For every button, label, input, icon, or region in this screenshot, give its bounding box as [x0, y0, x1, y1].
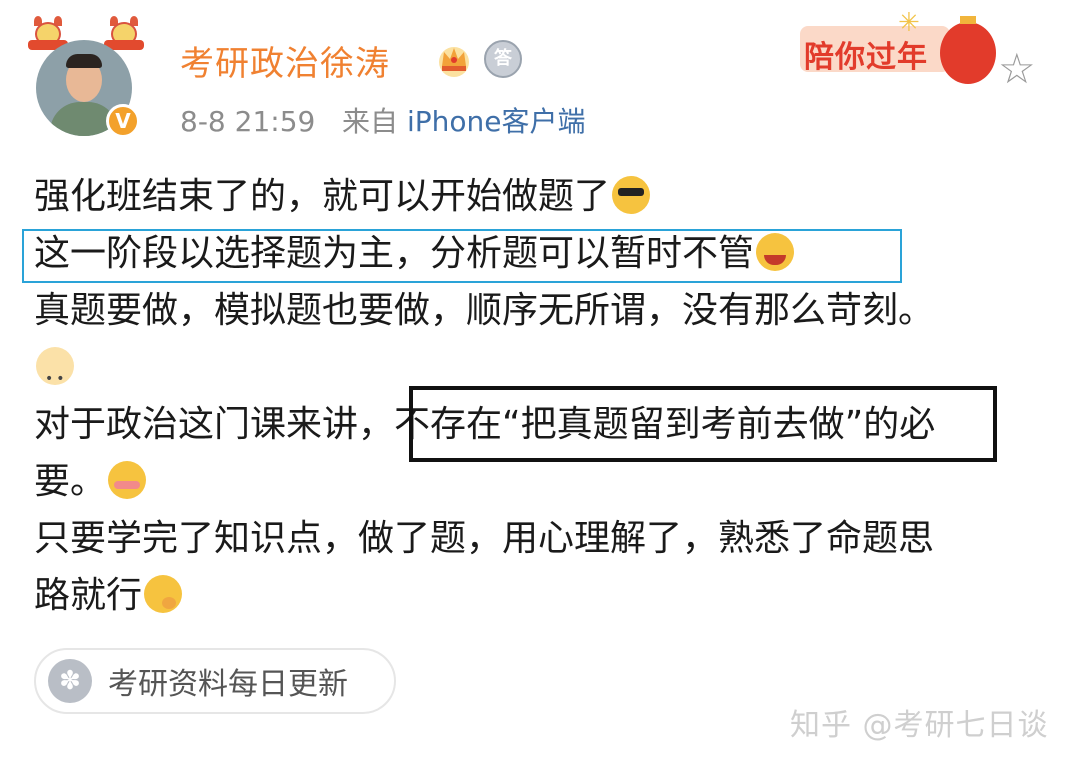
post-line: 只要学完了知识点，做了题，用心理解了，熟悉了命题思	[34, 518, 935, 559]
topic-icon	[48, 659, 92, 703]
new-year-decoration: 陪你过年 ✳	[800, 8, 1000, 84]
cool-emoji-icon	[612, 176, 651, 214]
watermark: 知乎 @考研七日谈	[790, 708, 1049, 743]
username[interactable]: 考研政治徐涛	[180, 36, 390, 85]
emphasis-box-black	[409, 386, 997, 462]
medal-icon: 答	[484, 40, 522, 78]
post-time: 8-8 21:59	[180, 105, 316, 138]
highlight-box-blue	[22, 229, 902, 283]
avatar-container[interactable]: V	[28, 14, 150, 140]
thinking-emoji-icon	[144, 575, 183, 613]
shy-emoji-icon	[108, 461, 147, 499]
ox-decoration-left-icon	[28, 14, 68, 50]
source-link[interactable]: iPhone客户端	[407, 105, 586, 138]
star-icon[interactable]: ☆	[998, 48, 1036, 90]
post-line: 强化班结束了的，就可以开始做题了	[34, 168, 1054, 225]
lantern-icon	[940, 16, 996, 84]
ox-decoration-right-icon	[104, 14, 144, 50]
crown-icon	[439, 47, 469, 77]
post-line: 真题要做，模拟题也要做，顺序无所谓，没有那么苛刻。	[34, 290, 935, 331]
topic-tag[interactable]: 考研资料每日更新	[34, 648, 396, 714]
post-line: 路就行	[34, 567, 1054, 624]
post-meta: 8-8 21:59 来自 iPhone客户端	[180, 100, 585, 140]
sad-emoji-icon	[36, 347, 74, 408]
new-year-label: 陪你过年	[804, 40, 928, 75]
verified-badge-icon: V	[106, 104, 140, 138]
from-label: 来自	[342, 105, 399, 138]
topic-label: 考研资料每日更新	[108, 667, 348, 702]
firework-icon: ✳	[898, 8, 920, 38]
